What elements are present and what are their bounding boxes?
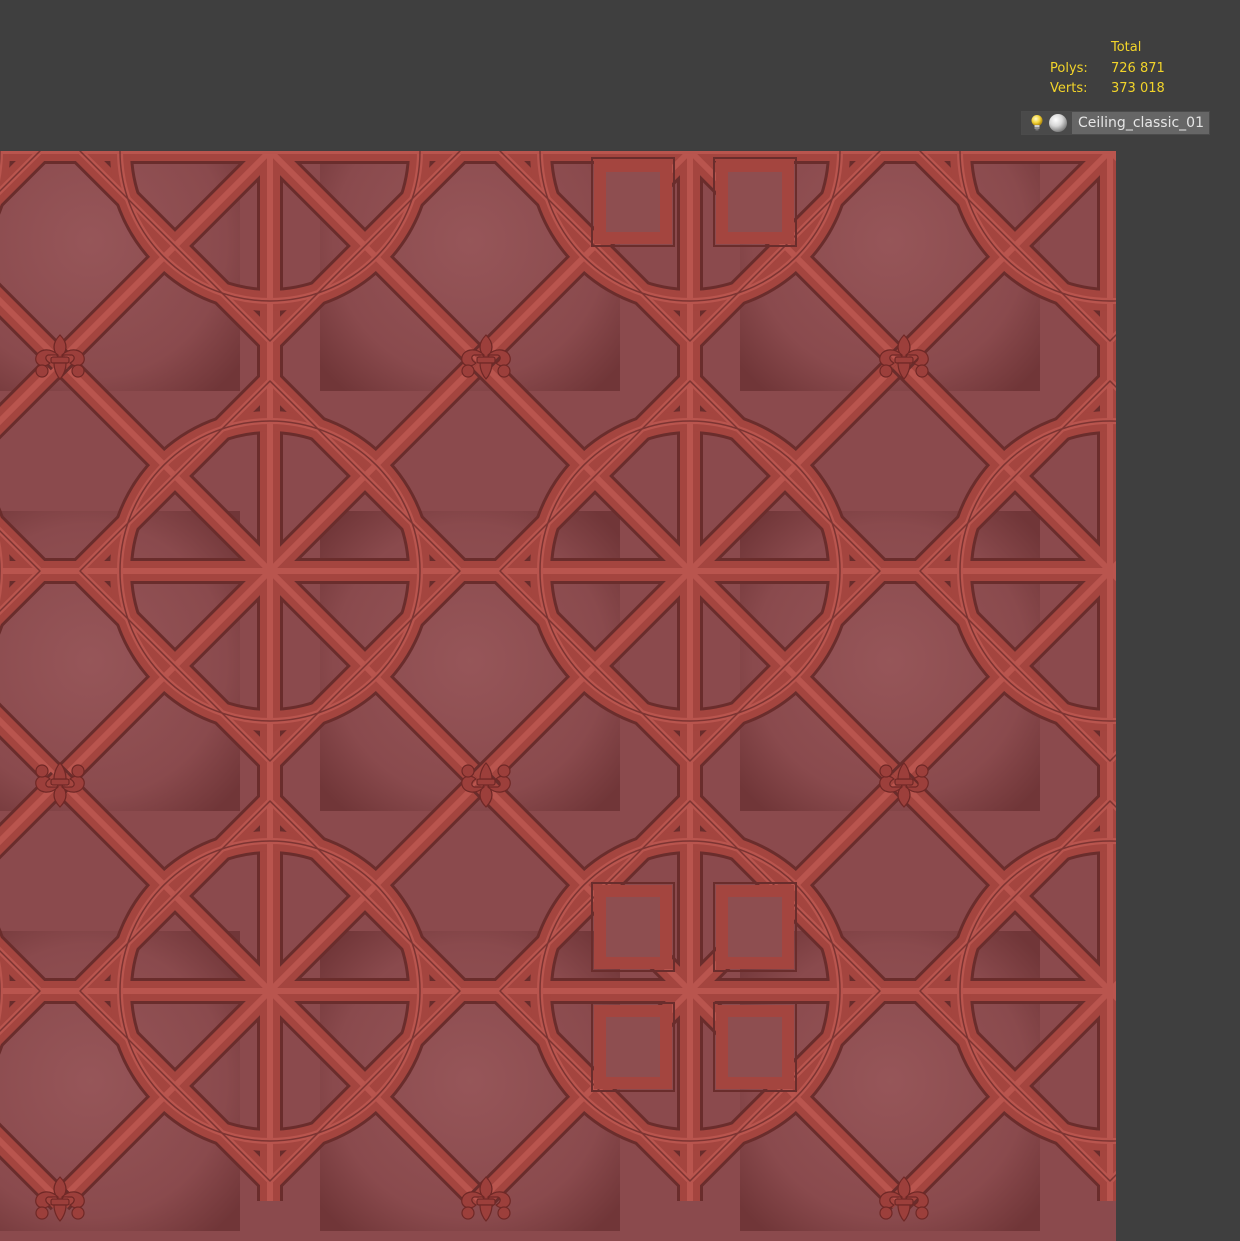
ceiling-pattern-svg xyxy=(0,151,1116,1241)
lightbulb-icon[interactable] xyxy=(1030,114,1044,132)
polys-value: 726 871 xyxy=(1111,60,1165,76)
material-sphere-icon[interactable] xyxy=(1048,113,1068,133)
object-name-tag[interactable]: Ceiling_classic_01 xyxy=(1021,111,1210,135)
verts-value: 373 018 xyxy=(1111,81,1165,96)
scene-statistics: Total Polys: 726 871 Verts: 373 018 xyxy=(1050,38,1181,100)
object-name[interactable]: Ceiling_classic_01 xyxy=(1072,112,1209,134)
polys-label: Polys: xyxy=(1050,60,1088,76)
ceiling-model-render xyxy=(0,151,1116,1241)
3d-viewport[interactable]: Total Polys: 726 871 Verts: 373 018 Ceil… xyxy=(0,0,1240,1241)
verts-label: Verts: xyxy=(1050,81,1088,96)
stats-header: Total xyxy=(1111,40,1142,55)
